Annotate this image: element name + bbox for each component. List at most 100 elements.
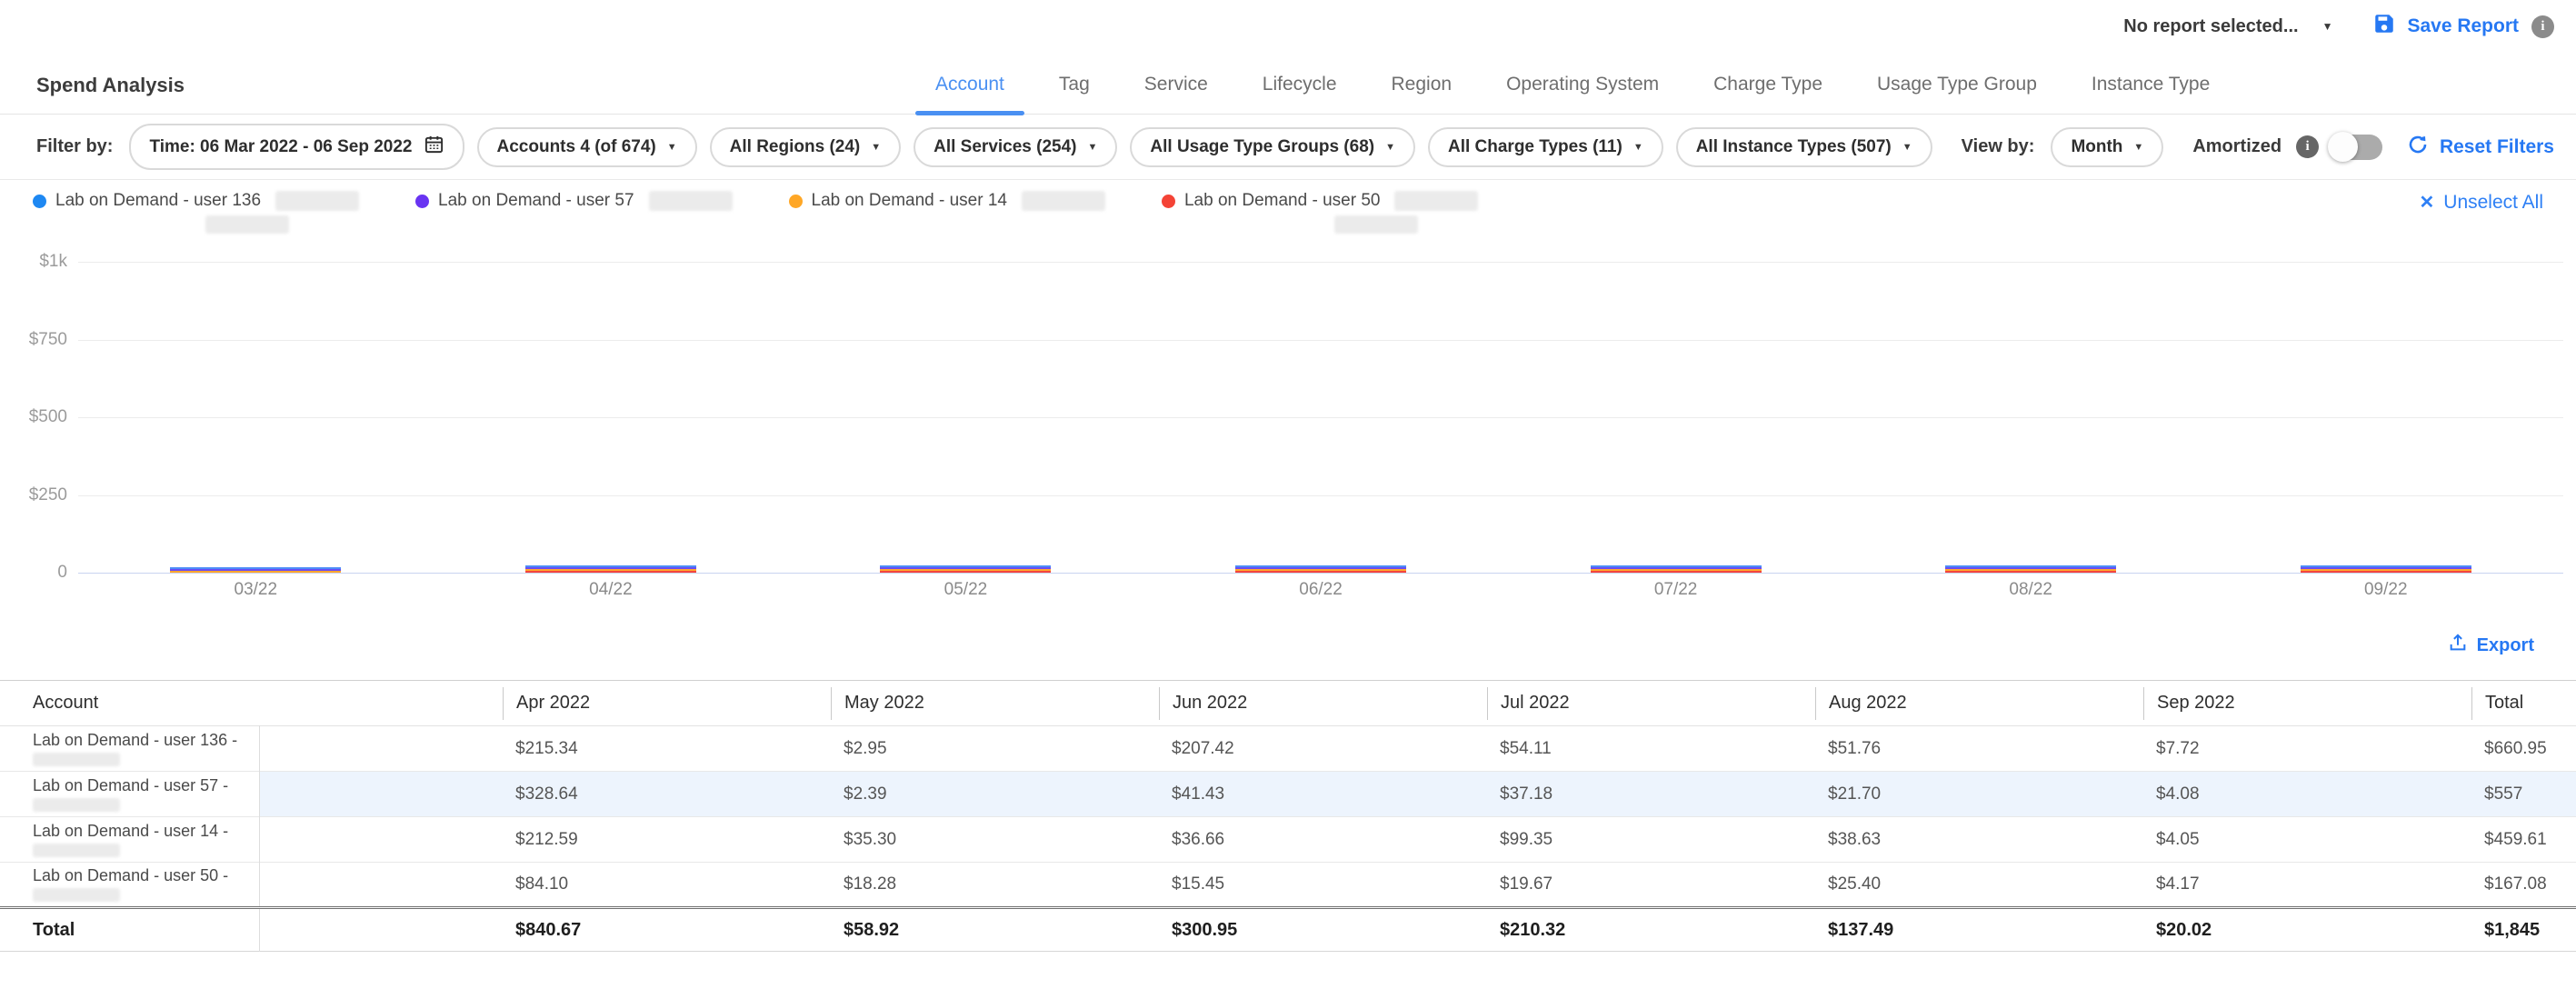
column-header-jul-2022[interactable]: Jul 2022 xyxy=(1487,681,1815,726)
table-row-lab-on-demand-user-57[interactable]: Lab on Demand - user 57 -$328.64$2.39$41… xyxy=(0,772,2576,817)
account-column-header[interactable]: Account xyxy=(0,681,259,726)
legend-label: Lab on Demand - user 14 xyxy=(812,191,1007,211)
tab-service[interactable]: Service xyxy=(1117,74,1235,114)
legend-item-lab-on-demand-user-50[interactable]: Lab on Demand - user 50 xyxy=(1162,191,1478,234)
services-filter-label: All Services (254) xyxy=(934,137,1076,157)
value-cell: $19.67 xyxy=(1487,863,1815,908)
legend-line: Lab on Demand - user 57 xyxy=(415,191,732,211)
usage-type-groups-filter[interactable]: All Usage Type Groups (68)▼ xyxy=(1130,127,1415,167)
column-header-sep-2022[interactable]: Sep 2022 xyxy=(2143,681,2471,726)
legend-item-lab-on-demand-user-136[interactable]: Lab on Demand - user 136 xyxy=(33,191,359,234)
account-cell: Lab on Demand - user 50 - xyxy=(0,863,259,908)
chevron-down-icon: ▼ xyxy=(871,142,881,153)
chart-x-labels: 03/2204/2205/2206/2207/2208/2209/22 xyxy=(78,580,2563,600)
column-header-label: Jul 2022 xyxy=(1487,687,1815,720)
save-report-button[interactable]: Save Report xyxy=(2372,12,2519,41)
value-cell: $54.11 xyxy=(1487,726,1815,772)
reset-filters-button[interactable]: Reset Filters xyxy=(2407,134,2554,161)
top-bar: No report selected... ▼ Save Report i xyxy=(0,0,2576,53)
stacked-bar-08-22[interactable] xyxy=(1945,565,2116,573)
column-header-label: Sep 2022 xyxy=(2143,687,2471,720)
gridline: $1k xyxy=(78,262,2563,263)
x-axis-label-08-22: 08/22 xyxy=(1853,580,2209,600)
redacted-account-id xyxy=(649,191,733,211)
redacted-account-id xyxy=(1022,191,1105,211)
legend-item-lab-on-demand-user-14[interactable]: Lab on Demand - user 14 xyxy=(789,191,1105,234)
value-cell: $212.59 xyxy=(503,817,831,863)
stacked-bar-09-22[interactable] xyxy=(2301,565,2471,573)
value-cell: $15.45 xyxy=(1159,863,1487,908)
usage-type-groups-filter-label: All Usage Type Groups (68) xyxy=(1150,137,1374,157)
value-cell: $36.66 xyxy=(1159,817,1487,863)
x-axis-label-06-22: 06/22 xyxy=(1143,580,1499,600)
x-axis-label-03-22: 03/22 xyxy=(78,580,434,600)
report-selector[interactable]: No report selected... ▼ xyxy=(2123,16,2332,37)
services-filter[interactable]: All Services (254)▼ xyxy=(914,127,1117,167)
gridline: $500 xyxy=(78,417,2563,418)
spacer-cell xyxy=(259,772,503,817)
redacted-account-id xyxy=(33,798,120,812)
table-row-lab-on-demand-user-50[interactable]: Lab on Demand - user 50 -$84.10$18.28$15… xyxy=(0,863,2576,908)
spacer-cell xyxy=(259,863,503,908)
stacked-bar-05-22[interactable] xyxy=(880,565,1051,573)
legend-label: Lab on Demand - user 50 xyxy=(1184,191,1380,211)
value-cell: $215.34 xyxy=(503,726,831,772)
value-cell: $25.40 xyxy=(1815,863,2143,908)
amortized-info-icon[interactable]: i xyxy=(2296,135,2319,158)
unselect-all-button[interactable]: ✕ Unselect All xyxy=(2420,191,2543,214)
value-cell: $167.08 xyxy=(2471,863,2576,908)
info-icon[interactable]: i xyxy=(2531,15,2554,38)
accounts-filter-label: Accounts 4 (of 674) xyxy=(497,137,656,157)
charge-types-filter[interactable]: All Charge Types (11)▼ xyxy=(1428,127,1663,167)
time-filter[interactable]: Time: 06 Mar 2022 - 06 Sep 2022 xyxy=(129,124,464,170)
table-body: Lab on Demand - user 136 -$215.34$2.95$2… xyxy=(0,726,2576,952)
accounts-filter[interactable]: Accounts 4 (of 674)▼ xyxy=(477,127,697,167)
total-value-cell: $20.02 xyxy=(2143,908,2471,952)
tab-region[interactable]: Region xyxy=(1364,74,1480,114)
value-cell: $4.08 xyxy=(2143,772,2471,817)
redacted-account-id xyxy=(33,844,120,857)
legend-item-lab-on-demand-user-57[interactable]: Lab on Demand - user 57 xyxy=(415,191,732,234)
value-cell: $2.95 xyxy=(831,726,1159,772)
column-header-label: May 2022 xyxy=(831,687,1159,720)
column-header-jun-2022[interactable]: Jun 2022 xyxy=(1159,681,1487,726)
tab-account[interactable]: Account xyxy=(908,74,1032,114)
value-cell: $557 xyxy=(2471,772,2576,817)
stacked-bar-04-22[interactable] xyxy=(525,565,696,573)
gridline: $750 xyxy=(78,340,2563,341)
tab-tag[interactable]: Tag xyxy=(1032,74,1117,114)
column-header-aug-2022[interactable]: Aug 2022 xyxy=(1815,681,2143,726)
tab-instance-type[interactable]: Instance Type xyxy=(2064,74,2237,114)
regions-filter[interactable]: All Regions (24) ▼ xyxy=(710,127,901,167)
view-by-select[interactable]: Month ▼ xyxy=(2051,127,2163,167)
filter-pills: Time: 06 Mar 2022 - 06 Sep 2022 Accounts … xyxy=(129,124,1932,170)
amortized-toggle[interactable] xyxy=(2330,135,2382,160)
tab-charge-type[interactable]: Charge Type xyxy=(1686,74,1850,114)
column-header-total[interactable]: Total xyxy=(2471,681,2576,726)
y-axis-tick: $750 xyxy=(29,330,67,350)
stacked-bar-07-22[interactable] xyxy=(1591,565,1762,573)
instance-types-filter[interactable]: All Instance Types (507)▼ xyxy=(1676,127,1932,167)
tab-usage-type-group[interactable]: Usage Type Group xyxy=(1850,74,2064,114)
value-cell: $18.28 xyxy=(831,863,1159,908)
value-cell: $328.64 xyxy=(503,772,831,817)
column-header-may-2022[interactable]: May 2022 xyxy=(831,681,1159,726)
charge-types-filter-label: All Charge Types (11) xyxy=(1448,137,1622,157)
table-header-row: Account Apr 2022May 2022Jun 2022Jul 2022… xyxy=(0,681,2576,726)
value-cell: $38.63 xyxy=(1815,817,2143,863)
column-header-apr-2022[interactable]: Apr 2022 xyxy=(503,681,831,726)
stacked-bar-06-22[interactable] xyxy=(1235,565,1406,573)
unselect-all-label: Unselect All xyxy=(2443,192,2543,214)
chart-plot: $1k$750$500$2500 xyxy=(78,262,2563,573)
gridline: $250 xyxy=(78,495,2563,496)
total-value-cell: $300.95 xyxy=(1159,908,1487,952)
regions-filter-label: All Regions (24) xyxy=(730,137,861,157)
tab-operating-system[interactable]: Operating System xyxy=(1479,74,1686,114)
table-row-lab-on-demand-user-136[interactable]: Lab on Demand - user 136 -$215.34$2.95$2… xyxy=(0,726,2576,772)
export-button[interactable]: Export xyxy=(2448,633,2534,658)
redacted-account-id xyxy=(275,191,359,211)
reset-filters-label: Reset Filters xyxy=(2440,136,2554,158)
tab-lifecycle[interactable]: Lifecycle xyxy=(1235,74,1364,114)
chevron-down-icon: ▼ xyxy=(2322,20,2333,33)
table-row-lab-on-demand-user-14[interactable]: Lab on Demand - user 14 -$212.59$35.30$3… xyxy=(0,817,2576,863)
